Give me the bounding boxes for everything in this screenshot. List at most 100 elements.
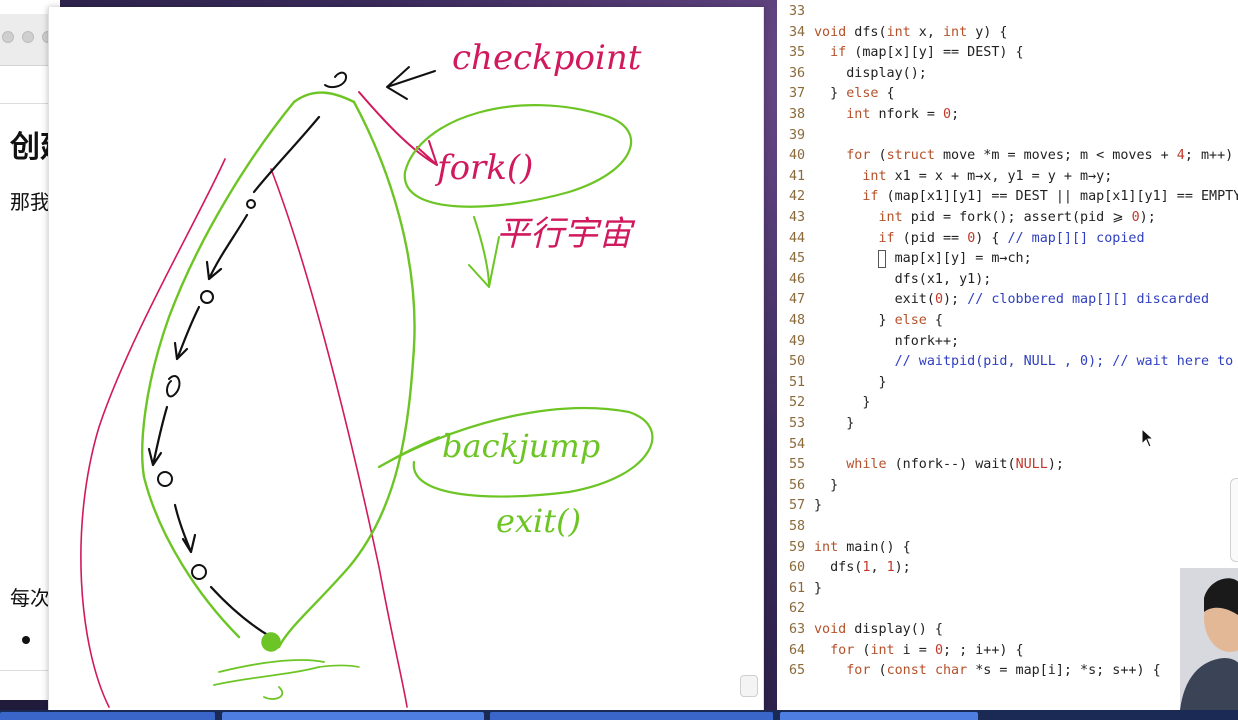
code-line[interactable]: 52 } <box>777 393 1238 413</box>
green-top-arc <box>292 91 356 104</box>
line-number: 53 <box>789 416 806 431</box>
line-number: 55 <box>789 457 806 473</box>
black-segment-1 <box>252 115 321 194</box>
code-line[interactable]: 65 for (const char *s = map[i]; *s; s++)… <box>777 661 1238 681</box>
code-line[interactable]: 35 if (map[x][y] == DEST) { <box>777 43 1238 63</box>
window-close-button[interactable] <box>2 31 14 43</box>
code-text: nfork++; <box>814 333 960 349</box>
black-segment-4 <box>147 405 169 467</box>
code-line[interactable]: 50 // waitpid(pid, NULL , 0); // wait he… <box>777 352 1238 372</box>
code-text: dfs(1, 1); <box>814 560 911 576</box>
code-line[interactable]: 37 } else { <box>777 84 1238 104</box>
line-number: 57 <box>789 498 806 514</box>
node-3 <box>166 375 181 398</box>
code-line[interactable]: 51 } <box>777 373 1238 393</box>
code-line[interactable]: 47 exit(0); // clobbered map[][] discard… <box>777 290 1238 310</box>
line-number: 44 <box>789 230 806 246</box>
code-line[interactable]: 63 void display() { <box>777 620 1238 640</box>
black-segment-3 <box>173 305 201 361</box>
code-line[interactable]: 38 int nfork = 0; <box>777 105 1238 125</box>
line-number: 64 <box>789 642 806 658</box>
code-line[interactable]: 60 dfs(1, 1); <box>777 558 1238 578</box>
code-editor[interactable]: 33 34 void dfs(int x, int y) { 35 if (map[x… <box>777 0 1238 710</box>
code-text: } <box>814 374 887 390</box>
code-line[interactable]: 61} <box>777 579 1238 599</box>
code-text: while (nfork--) wait(NULL); <box>846 457 1064 473</box>
node-1 <box>246 199 256 209</box>
red-arrow-fork <box>358 91 438 166</box>
checkpoint-node <box>324 71 347 89</box>
line-number: 49 <box>789 333 806 349</box>
code-line[interactable]: 49 nfork++; <box>777 332 1238 352</box>
destination-node <box>261 632 281 652</box>
line-number: 52 <box>789 395 806 411</box>
code-text: dfs(x1, y1); <box>814 271 992 287</box>
slide-text-each: 每次 <box>10 586 50 610</box>
code-line[interactable]: 54 <box>777 435 1238 455</box>
code-text: } <box>814 477 839 493</box>
side-panel-tab[interactable] <box>1230 478 1238 562</box>
code-line[interactable]: 36 display(); <box>777 64 1238 84</box>
line-number: 48 <box>789 313 806 328</box>
code-line[interactable]: 42 if (map[x1][y1] == DEST || map[x1][y1… <box>777 187 1238 207</box>
code-line[interactable]: 39 <box>777 126 1238 146</box>
line-number: 47 <box>789 292 806 308</box>
code-text: } else { <box>814 313 943 328</box>
parallel-universe-label: 平行宇宙 <box>496 214 636 254</box>
code-text: display(); <box>814 65 927 81</box>
code-text: exit(0); // clobbered map[][] discarded <box>814 292 1210 308</box>
code-line[interactable]: 46 dfs(x1, y1); <box>777 270 1238 290</box>
code-text: // waitpid(pid, NULL , 0); // wait here … <box>894 354 1234 370</box>
line-number: 61 <box>789 580 806 596</box>
code-line[interactable]: 44 if (pid == 0) { // map[][] copied <box>777 229 1238 249</box>
taskbar-item-1[interactable] <box>0 712 215 720</box>
sketch-drawing: checkpoint fork() 平行宇宙 backjump exit() <box>80 38 654 708</box>
black-segment-5 <box>173 503 197 554</box>
code-line[interactable]: 43 int pid = fork(); assert(pid ⩾ 0); <box>777 208 1238 228</box>
window-minimize-button[interactable] <box>22 31 34 43</box>
line-number: 59 <box>789 539 806 555</box>
code-line[interactable]: 41 int x1 = x + m→x, y1 = y + m→y; <box>777 167 1238 187</box>
code-line[interactable]: 58 <box>777 517 1238 537</box>
taskbar-item-3[interactable] <box>490 712 773 720</box>
line-number: 35 <box>789 45 806 61</box>
code-line[interactable]: 64 for (int i = 0; ; i++) { <box>777 641 1238 661</box>
line-number: 38 <box>789 107 806 122</box>
presenter-avatar <box>1180 578 1238 710</box>
code-text: int main() { <box>814 539 911 555</box>
code-line[interactable]: 53 } <box>777 414 1238 434</box>
taskbar-item-2[interactable] <box>222 712 484 720</box>
code-line[interactable]: 33 <box>777 2 1238 22</box>
whiteboard-canvas[interactable]: checkpoint fork() 平行宇宙 backjump exit() <box>48 7 764 710</box>
code-line[interactable]: 57} <box>777 496 1238 516</box>
code-line[interactable]: 34 void dfs(int x, int y) { <box>777 23 1238 43</box>
code-line[interactable]: 45 map[x][y] = m→ch; <box>777 249 1238 269</box>
code-line[interactable]: 62 <box>777 599 1238 619</box>
code-line[interactable]: 59 int main() { <box>777 538 1238 558</box>
line-number: 56 <box>789 477 806 493</box>
line-number: 50 <box>789 354 806 370</box>
taskbar-item-4[interactable] <box>780 712 978 720</box>
line-number: 45 <box>789 251 806 267</box>
code-line[interactable]: 56 } <box>777 476 1238 496</box>
code-text: if (map[x][y] == DEST) { <box>830 45 1024 61</box>
code-text: void dfs(int x, int y) { <box>814 24 1008 40</box>
checkpoint-label: checkpoint <box>452 38 642 78</box>
line-number: 58 <box>789 519 806 534</box>
mouse-cursor-icon <box>1141 428 1155 448</box>
code-line[interactable]: 48 } else { <box>777 311 1238 331</box>
black-segment-6 <box>209 585 273 639</box>
green-ground-scribble <box>213 659 325 700</box>
resize-grip-icon[interactable] <box>740 675 758 697</box>
code-line[interactable]: 40 for (struct move *m = moves; m < move… <box>777 146 1238 166</box>
green-path-outline <box>141 100 416 649</box>
line-number: 42 <box>789 189 806 205</box>
line-number: 34 <box>789 24 806 40</box>
line-number: 39 <box>789 127 806 143</box>
line-number: 54 <box>789 436 806 452</box>
code-text: } <box>814 498 823 514</box>
black-arrow-checkpoint <box>386 66 436 100</box>
code-text: int pid = fork(); assert(pid ⩾ 0); <box>878 210 1156 225</box>
code-line[interactable]: 55 while (nfork--) wait(NULL); <box>777 455 1238 475</box>
fork-label: fork() <box>434 148 533 188</box>
